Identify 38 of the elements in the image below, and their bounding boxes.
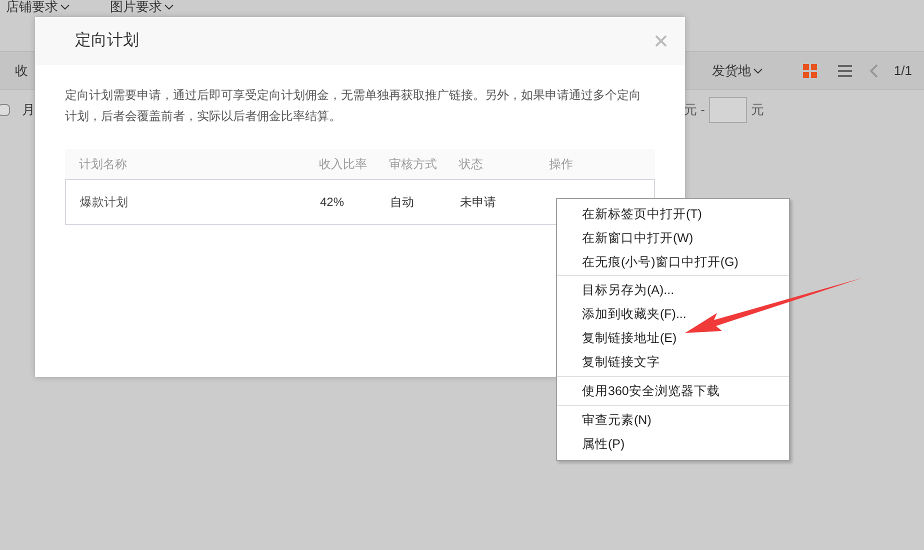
dialog-title: 定向计划	[75, 30, 139, 51]
chevron-down-icon	[164, 4, 174, 10]
column-header: 状态	[459, 156, 484, 173]
menu-item[interactable]: 在新标签页中打开(T)	[557, 202, 789, 226]
checkbox-label: 月	[22, 101, 35, 120]
filter-dropdown[interactable]: 店铺要求	[6, 0, 70, 14]
ship-from-dropdown[interactable]: 发货地	[712, 60, 763, 80]
menu-item[interactable]: 在无痕(小号)窗口中打开(G)	[557, 250, 789, 274]
column-header: 审核方式	[389, 156, 438, 173]
menu-item[interactable]: 复制链接文字	[557, 350, 789, 374]
price-unit: 元	[751, 101, 764, 120]
grid-view-icon[interactable]	[802, 64, 817, 78]
dialog-description: 定向计划需要申请，通过后即可享受定向计划佣金，无需单独再获取推广链接。另外，如果申请通过多个定向计划，后者会覆盖前者，实际以后者佣金比率结算。	[65, 87, 642, 125]
column-header: 收入比率	[319, 156, 368, 173]
menu-item[interactable]: 复制链接地址(E)	[557, 326, 789, 350]
menu-item[interactable]: 审查元素(N)	[557, 408, 789, 432]
price-unit: 元 -	[684, 101, 705, 120]
table-cell: 42%	[320, 195, 344, 209]
menu-item[interactable]: 添加到收藏夹(F)...	[557, 302, 789, 326]
table-cell: 未申请	[460, 195, 496, 209]
column-header: 计划名称	[79, 156, 128, 173]
page-indicator: 1/1	[894, 62, 912, 80]
sort-label[interactable]: 收	[15, 60, 28, 80]
table-cell: 爆款计划	[80, 195, 128, 209]
filter-dropdown[interactable]: 图片要求	[110, 0, 174, 14]
menu-item[interactable]: 使用360安全浏览器下载	[557, 379, 789, 403]
column-header: 操作	[549, 156, 574, 173]
chevron-down-icon	[752, 68, 763, 74]
list-view-icon[interactable]	[838, 64, 852, 76]
table-cell: 自动	[390, 195, 414, 209]
menu-item[interactable]: 目标另存为(A)...	[557, 278, 789, 302]
chevron-left-icon[interactable]	[870, 64, 878, 78]
checkbox[interactable]	[0, 104, 10, 116]
price-input-field[interactable]	[709, 97, 747, 123]
menu-item[interactable]: 在新窗口中打开(W)	[557, 226, 789, 250]
close-icon[interactable]	[655, 35, 667, 47]
menu-item[interactable]: 属性(P)	[557, 432, 789, 456]
chevron-down-icon	[60, 4, 70, 10]
